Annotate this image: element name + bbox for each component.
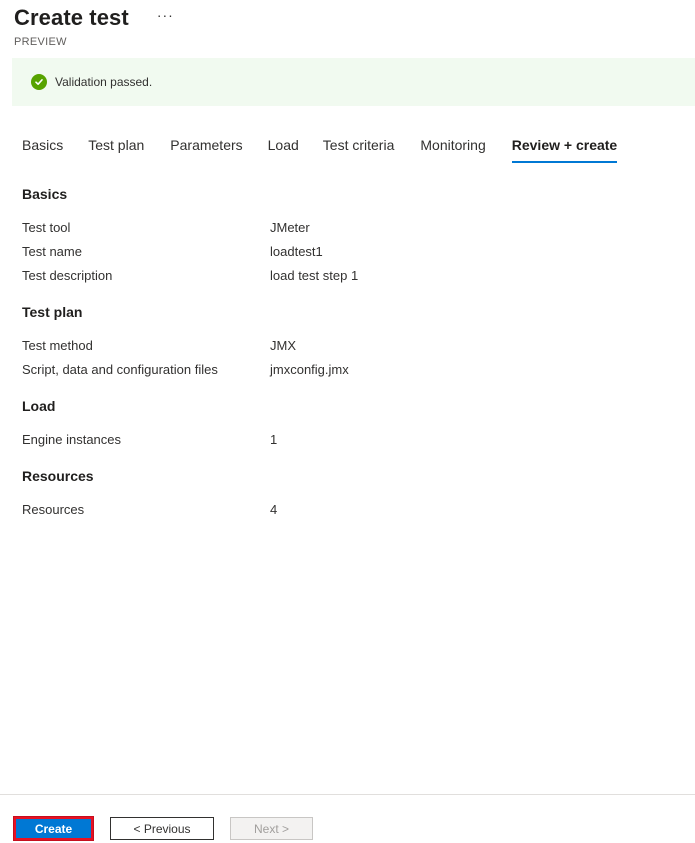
section-resources: Resources Resources 4 [22, 466, 672, 522]
row-value: 4 [270, 502, 278, 517]
row-value: 1 [270, 432, 278, 447]
row-label: Script, data and configuration files [22, 362, 218, 377]
title-row: Create test ··· [14, 4, 178, 32]
summary-row: Resources 4 [22, 498, 672, 522]
row-value: JMeter [270, 220, 310, 235]
review-summary: Basics Test tool JMeter Test name loadte… [22, 184, 672, 522]
tab-load[interactable]: Load [268, 137, 299, 163]
next-button[interactable]: Next > [230, 817, 313, 840]
tab-review-create[interactable]: Review + create [511, 137, 618, 163]
page-title: Create test [14, 5, 129, 30]
tab-test-plan[interactable]: Test plan [88, 137, 144, 163]
page-subtitle: PREVIEW [14, 36, 67, 48]
section-test-plan: Test plan Test method JMX Script, data a… [22, 302, 672, 382]
section-basics: Basics Test tool JMeter Test name loadte… [22, 184, 672, 288]
previous-button[interactable]: < Previous [110, 817, 214, 840]
row-label: Test name [22, 244, 82, 259]
success-check-icon [31, 74, 47, 90]
row-value: load test step 1 [270, 268, 359, 283]
more-horizontal-icon[interactable]: ··· [153, 6, 178, 24]
row-value: loadtest1 [270, 244, 323, 259]
tab-parameters[interactable]: Parameters [170, 137, 242, 163]
row-label: Resources [22, 502, 85, 517]
row-label: Test method [22, 338, 93, 353]
row-label: Test description [22, 268, 113, 283]
section-load: Load Engine instances 1 [22, 396, 672, 452]
row-label: Test tool [22, 220, 71, 235]
wizard-footer: Create < Previous Next > [0, 794, 695, 843]
row-value: JMX [270, 338, 296, 353]
section-title: Resources [22, 468, 94, 484]
tab-monitoring[interactable]: Monitoring [420, 137, 485, 163]
summary-row: Test description load test step 1 [22, 264, 672, 288]
summary-row: Engine instances 1 [22, 428, 672, 452]
create-button[interactable]: Create [13, 816, 94, 841]
row-label: Engine instances [22, 432, 122, 447]
section-title: Basics [22, 186, 68, 202]
wizard-tabs: Basics Test plan Parameters Load Test cr… [22, 137, 618, 163]
section-title: Test plan [22, 304, 83, 320]
summary-row: Script, data and configuration files jmx… [22, 358, 672, 382]
row-value: jmxconfig.jmx [270, 362, 349, 377]
validation-banner: Validation passed. [12, 58, 695, 106]
page-header: Create test ··· PREVIEW [14, 4, 178, 48]
tab-basics[interactable]: Basics [22, 137, 63, 163]
section-title: Load [22, 398, 56, 414]
validation-message: Validation passed. [55, 75, 153, 89]
summary-row: Test name loadtest1 [22, 240, 672, 264]
summary-row: Test tool JMeter [22, 216, 672, 240]
summary-row: Test method JMX [22, 334, 672, 358]
tab-test-criteria[interactable]: Test criteria [323, 137, 395, 163]
